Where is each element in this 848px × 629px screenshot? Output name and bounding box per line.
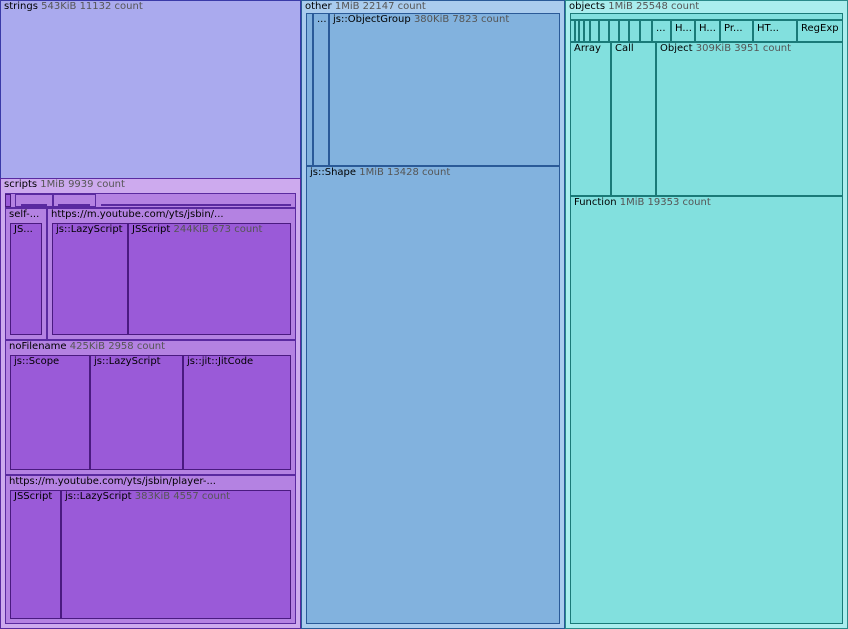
other-label: other 1MiB 22147 count [305,1,426,12]
yt-player-jsscript-cell[interactable]: JSScript [10,490,61,619]
self-js-label: JS... [14,224,33,235]
nofilename-lazyscript-label: js::LazyScript [94,356,161,367]
nofilename-jitcode-cell[interactable]: js::jit::JitCode [183,355,291,470]
objects-dots-cell[interactable]: ... [652,20,671,42]
objects-array-label: Array [574,43,601,54]
objects-thin-strip[interactable] [570,13,843,20]
objects-dots-label: ... [656,23,666,34]
nofilename-scope-label: js::Scope [14,356,60,367]
scripts-strip-bar-3 [101,204,291,206]
yt-player-lazyscript-cell[interactable]: js::LazyScript 383KiB 4557 count [61,490,291,619]
nofilename-jitcode-label: js::jit::JitCode [187,356,254,367]
nofilename-label: noFilename 425KiB 2958 count [9,341,166,352]
yt-player-lazyscript-label: js::LazyScript 383KiB 4557 count [65,491,231,502]
yt-jsbin-lazyscript-cell[interactable]: js::LazyScript [52,223,128,335]
objects-label: objects 1MiB 25548 count [569,1,700,12]
objects-tiny-cell-10[interactable] [640,20,652,42]
objects-object-label: Object 309KiB 3951 count [660,43,792,54]
other-dots-label: ... [317,14,327,25]
other-objectgroup-cell[interactable]: js::ObjectGroup 380KiB 7823 count [329,13,560,166]
self-js-cell[interactable]: JS... [10,223,42,335]
objects-call-label: Call [615,43,634,54]
objects-h1-cell[interactable]: H... [671,20,695,42]
yt-jsbin-jsscript-cell[interactable]: JSScript 244KiB 673 count [128,223,291,335]
scripts-strip-bar-1 [21,204,47,206]
objects-pr-label: Pr... [724,23,743,34]
scripts-small-cell-a[interactable] [5,194,11,207]
objects-regexp-cell[interactable]: RegExp [797,20,843,42]
other-dots-cell[interactable]: ... [313,13,329,166]
objects-object-cell[interactable]: Object 309KiB 3951 count [656,42,843,196]
objects-regexp-label: RegExp [801,23,839,34]
objects-function-label: Function 1MiB 19353 count [574,197,711,208]
self-label: self-... [9,209,40,220]
objects-tiny-cell-9[interactable] [629,20,640,42]
yt-player-label: https://m.youtube.com/yts/jsbin/player-.… [9,476,216,487]
scripts-label: scripts 1MiB 9939 count [4,179,125,190]
objects-array-cell[interactable]: Array [570,42,611,196]
yt-jsbin-lazyscript-label: js::LazyScript [56,224,123,235]
objects-function-cell[interactable]: Function 1MiB 19353 count [570,196,843,624]
other-shape-cell[interactable]: js::Shape 1MiB 13428 count [306,166,560,624]
scripts-strip-bar-2 [58,204,90,206]
objects-tiny-cell-5[interactable] [590,20,599,42]
other-objectgroup-label: js::ObjectGroup 380KiB 7823 count [333,14,510,25]
other-small-cell-a[interactable] [306,13,313,166]
objects-h2-label: H... [699,23,716,34]
yt-jsbin-jsscript-label: JSScript 244KiB 673 count [132,224,263,235]
objects-ht-label: HT... [757,23,779,34]
yt-player-jsscript-label: JSScript [14,491,53,502]
strings-cell[interactable]: strings 543KiB 11132 count [0,0,301,179]
objects-h1-label: H... [675,23,692,34]
other-shape-label: js::Shape 1MiB 13428 count [310,167,451,178]
objects-tiny-cell-7[interactable] [609,20,619,42]
objects-tiny-cell-8[interactable] [619,20,629,42]
nofilename-scope-cell[interactable]: js::Scope [10,355,90,470]
objects-call-cell[interactable]: Call [611,42,656,196]
objects-ht-cell[interactable]: HT... [753,20,797,42]
nofilename-lazyscript-cell[interactable]: js::LazyScript [90,355,183,470]
yt-jsbin-label: https://m.youtube.com/yts/jsbin/... [51,209,224,220]
strings-label: strings 543KiB 11132 count [4,1,143,12]
objects-h2-cell[interactable]: H... [695,20,720,42]
objects-tiny-cell-6[interactable] [599,20,609,42]
objects-pr-cell[interactable]: Pr... [720,20,753,42]
